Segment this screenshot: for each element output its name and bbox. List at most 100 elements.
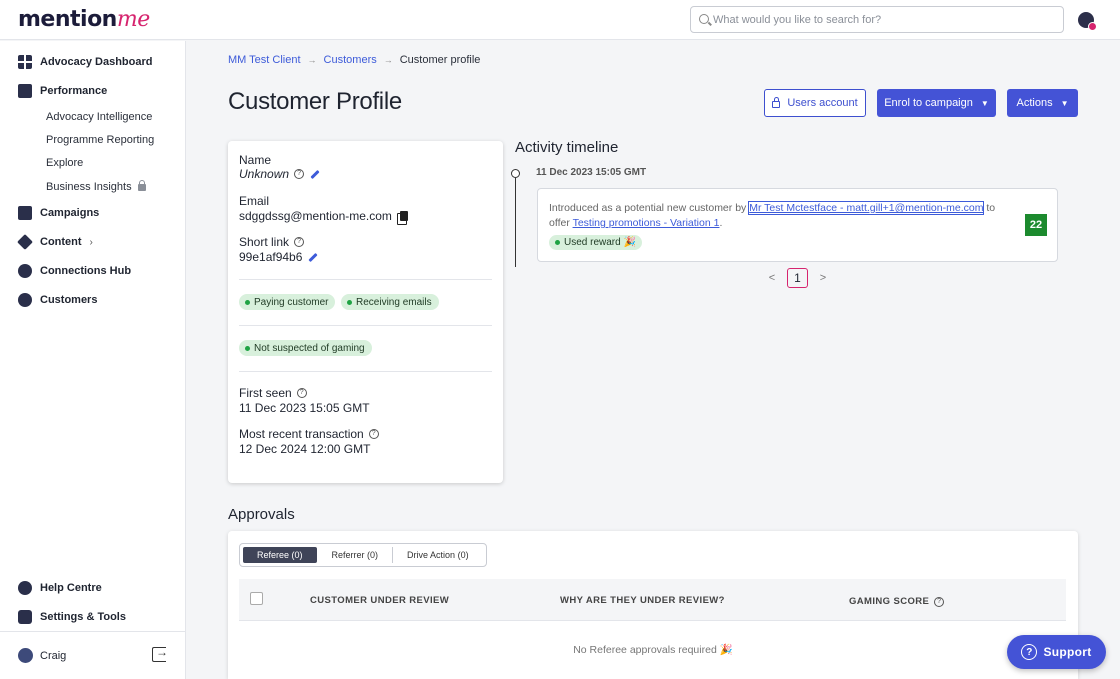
customers-icon bbox=[18, 293, 32, 307]
connections-icon bbox=[18, 264, 32, 278]
sidebar-item-content[interactable]: Content › bbox=[17, 233, 93, 251]
sidebar-subitem-business-insights[interactable]: Business Insights bbox=[46, 180, 146, 193]
status-badge-paying-customer: Paying customer bbox=[239, 294, 336, 310]
approvals-card: Referee (0) Referrer (0) Drive Action (0… bbox=[228, 531, 1078, 679]
breadcrumb-client-link[interactable]: MM Test Client bbox=[228, 54, 301, 66]
enrol-to-campaign-button[interactable]: Enrol to campaign ▼ bbox=[877, 89, 996, 117]
status-badge-receiving-emails: Receiving emails bbox=[341, 294, 439, 310]
select-all-checkbox[interactable] bbox=[250, 592, 263, 605]
help-icon[interactable]: ? bbox=[296, 388, 307, 398]
help-icon[interactable]: ? bbox=[294, 237, 305, 247]
performance-icon bbox=[18, 84, 32, 98]
user-avatar-top[interactable] bbox=[1078, 12, 1097, 31]
support-label: Support bbox=[1043, 645, 1092, 659]
referrer-link[interactable]: Mr Test Mctestface - matt.gill+1@mention… bbox=[748, 201, 985, 215]
question-icon: ? bbox=[1021, 644, 1038, 660]
sidebar-item-label: Help Centre bbox=[40, 582, 102, 594]
search-input[interactable] bbox=[713, 11, 1053, 29]
dashboard-icon bbox=[18, 55, 32, 69]
lock-icon bbox=[772, 96, 781, 108]
global-search bbox=[690, 6, 1064, 33]
sidebar: Advocacy Dashboard Performance Advocacy … bbox=[0, 41, 186, 679]
breadcrumb-customers-link[interactable]: Customers bbox=[324, 54, 377, 66]
sidebar-item-connections-hub[interactable]: Connections Hub bbox=[18, 262, 131, 280]
sidebar-item-label: Performance bbox=[40, 85, 108, 97]
short-link-value: 99e1af94b6 bbox=[239, 250, 319, 264]
help-icon[interactable]: ? bbox=[294, 169, 305, 179]
approvals-table-header: CUSTOMER UNDER REVIEW WHY ARE THEY UNDER… bbox=[239, 579, 1066, 621]
email-label: Email bbox=[239, 194, 270, 208]
sidebar-item-campaigns[interactable]: Campaigns bbox=[18, 204, 99, 222]
activity-date: 11 Dec 2023 15:05 GMT bbox=[536, 167, 647, 178]
logo-accent-text: me bbox=[116, 7, 150, 32]
actions-button[interactable]: Actions ▼ bbox=[1007, 89, 1078, 117]
button-label: Enrol to campaign bbox=[884, 97, 973, 109]
status-dot-icon bbox=[347, 299, 352, 305]
timeline-line bbox=[515, 178, 516, 267]
user-name: Craig bbox=[40, 650, 67, 662]
divider bbox=[239, 325, 492, 326]
sidebar-item-label: Settings & Tools bbox=[40, 611, 126, 623]
tab-referee[interactable]: Referee (0) bbox=[243, 547, 317, 563]
help-icon[interactable]: ? bbox=[934, 596, 945, 607]
mention-me-logo[interactable]: mentionme bbox=[18, 7, 150, 32]
logout-icon[interactable] bbox=[152, 645, 168, 662]
short-link-label: Short link ? bbox=[239, 235, 305, 249]
page-title: Customer Profile bbox=[228, 88, 402, 115]
email-value: sdggdssg@mention-me.com bbox=[239, 209, 408, 225]
sidebar-subitem-advocacy-intelligence[interactable]: Advocacy Intelligence bbox=[46, 111, 152, 123]
users-account-button[interactable]: Users account bbox=[764, 89, 866, 117]
button-label: Users account bbox=[787, 97, 858, 109]
logo-text: mention bbox=[18, 7, 117, 32]
sidebar-subitem-explore[interactable]: Explore bbox=[46, 157, 83, 169]
column-why-under-review: WHY ARE THEY UNDER REVIEW? bbox=[560, 595, 725, 606]
chevron-left-icon[interactable]: < bbox=[765, 272, 779, 284]
recent-transaction-label: Most recent transaction ? bbox=[239, 427, 379, 441]
sidebar-item-label: Customers bbox=[40, 294, 98, 306]
lock-icon bbox=[137, 180, 146, 191]
status-dot-icon bbox=[245, 345, 250, 351]
approvals-tabs: Referee (0) Referrer (0) Drive Action (0… bbox=[239, 543, 487, 567]
sidebar-subitem-label: Business Insights bbox=[46, 181, 132, 193]
page-number-button[interactable]: 1 bbox=[787, 268, 808, 288]
sidebar-item-advocacy-dashboard[interactable]: Advocacy Dashboard bbox=[18, 53, 152, 71]
copy-icon[interactable] bbox=[396, 211, 408, 225]
breadcrumb-current: Customer profile bbox=[399, 54, 481, 66]
sidebar-item-label: Campaigns bbox=[40, 207, 100, 219]
activity-pagination: < 1 > bbox=[765, 268, 830, 288]
chevron-down-icon: ▼ bbox=[1060, 98, 1069, 108]
button-label: Actions bbox=[1016, 97, 1053, 109]
support-button[interactable]: ? Support bbox=[1007, 635, 1106, 669]
column-customer-under-review: CUSTOMER UNDER REVIEW bbox=[310, 595, 450, 606]
user-avatar-icon bbox=[18, 648, 33, 663]
status-dot-icon bbox=[245, 299, 250, 305]
help-icon bbox=[18, 581, 32, 595]
activity-timeline-title: Activity timeline bbox=[515, 139, 619, 156]
chevron-down-icon: ▼ bbox=[980, 98, 989, 108]
tab-drive-action[interactable]: Drive Action (0) bbox=[393, 547, 483, 563]
chevron-right-icon[interactable]: > bbox=[816, 272, 830, 284]
sidebar-item-help-centre[interactable]: Help Centre bbox=[18, 579, 102, 597]
sidebar-item-customers[interactable]: Customers bbox=[18, 291, 97, 309]
timeline-node-icon bbox=[511, 169, 520, 178]
first-seen-value: 11 Dec 2023 15:05 GMT bbox=[239, 401, 370, 415]
tab-referrer[interactable]: Referrer (0) bbox=[318, 547, 394, 563]
sidebar-item-label: Content bbox=[40, 236, 82, 248]
campaigns-icon bbox=[18, 206, 32, 220]
first-seen-label: First seen ? bbox=[239, 386, 307, 400]
used-reward-badge: Used reward 🎉 bbox=[549, 235, 642, 250]
sidebar-item-settings-tools[interactable]: Settings & Tools bbox=[18, 608, 126, 626]
column-gaming-score: GAMING SCORE ? bbox=[849, 596, 945, 607]
offer-link[interactable]: Testing promotions - Variation 1 bbox=[573, 217, 720, 229]
breadcrumb: MM Test Client → Customers → Customer pr… bbox=[228, 54, 480, 66]
recent-transaction-value: 12 Dec 2024 12:00 GMT bbox=[239, 442, 371, 456]
edit-pencil-icon[interactable] bbox=[308, 252, 319, 262]
breadcrumb-separator-icon: → bbox=[383, 55, 393, 65]
help-icon[interactable]: ? bbox=[368, 429, 379, 439]
gaming-score-badge: 22 bbox=[1025, 214, 1047, 236]
sidebar-subitem-programme-reporting[interactable]: Programme Reporting bbox=[46, 134, 154, 146]
divider bbox=[239, 371, 492, 372]
edit-pencil-icon[interactable] bbox=[310, 169, 320, 179]
approvals-title: Approvals bbox=[228, 506, 295, 523]
sidebar-item-performance[interactable]: Performance bbox=[18, 82, 107, 100]
